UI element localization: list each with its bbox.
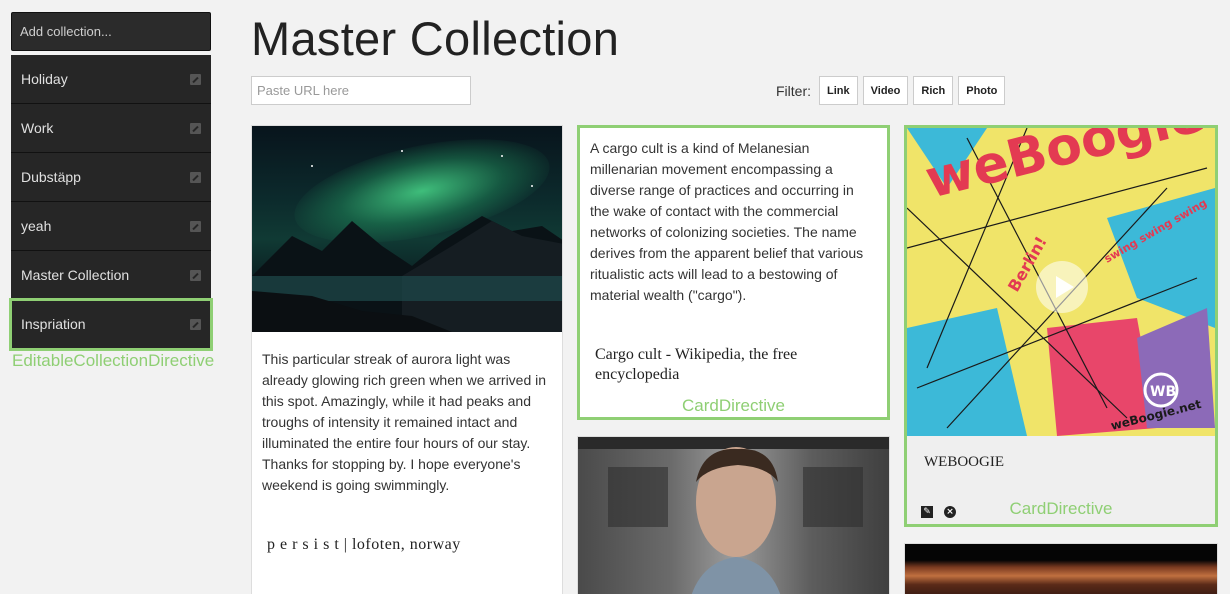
url-input[interactable] <box>251 76 471 105</box>
collections-sidebar: Add collection... Holiday Work Dubstäpp … <box>9 12 213 351</box>
edit-icon[interactable] <box>190 318 201 330</box>
filter-video-button[interactable]: Video <box>862 76 909 105</box>
card-source-title[interactable]: Cargo cult - Wikipedia, the free encyclo… <box>580 345 887 385</box>
card-source-title[interactable]: WEBOOGIE <box>909 454 1019 471</box>
page-title: Master Collection <box>251 12 620 65</box>
artwork-logo-text: WB <box>1150 384 1176 400</box>
aurora-photo <box>252 126 562 332</box>
directive-annotation: EditableCollectionDirective <box>12 351 215 370</box>
photo-card[interactable] <box>577 436 890 594</box>
filter-bar: Filter: Link Video Rich Photo <box>776 76 1006 105</box>
play-icon[interactable] <box>1036 261 1088 313</box>
collection-label: Master Collection <box>21 267 130 283</box>
collection-item-master[interactable]: Master Collection <box>11 251 211 300</box>
collection-list: Holiday Work Dubstäpp yeah Master Collec… <box>9 55 213 351</box>
filter-link-button[interactable]: Link <box>819 76 858 105</box>
video-card[interactable]: weBoogie Berlin! swing swing swing WB we… <box>904 125 1218 527</box>
collection-item-holiday[interactable]: Holiday <box>11 55 211 104</box>
filter-label: Filter: <box>776 82 811 99</box>
directive-annotation: CardDirective <box>682 396 785 415</box>
collection-label: yeah <box>21 218 52 234</box>
card-photo <box>905 544 1217 594</box>
portrait-photo <box>578 437 889 594</box>
add-collection-input[interactable]: Add collection... <box>11 12 211 51</box>
collection-label: Inspriation <box>21 316 86 332</box>
card-description: This particular streak of aurora light w… <box>262 351 547 493</box>
edit-icon[interactable] <box>190 220 201 232</box>
edit-icon[interactable] <box>190 122 201 134</box>
edit-icon[interactable] <box>190 73 201 85</box>
link-card[interactable]: A cargo cult is a kind of Melanesian mil… <box>577 125 890 420</box>
collection-label: Holiday <box>21 71 68 87</box>
photo-card[interactable]: This particular streak of aurora light w… <box>251 125 563 594</box>
weboogie-artwork: weBoogie Berlin! swing swing swing WB we… <box>907 128 1215 436</box>
collection-item-yeah[interactable]: yeah <box>11 202 211 251</box>
photo-card[interactable] <box>904 543 1218 594</box>
filter-photo-button[interactable]: Photo <box>958 76 1006 105</box>
card-description: A cargo cult is a kind of Melanesian mil… <box>590 140 864 303</box>
collection-item-inspriation[interactable]: Inspriation <box>9 298 213 351</box>
collection-label: Dubstäpp <box>21 169 81 185</box>
collection-label: Work <box>21 120 54 136</box>
directive-annotation: CardDirective <box>1009 499 1113 518</box>
edit-icon[interactable] <box>190 269 201 281</box>
filter-rich-button[interactable]: Rich <box>913 76 954 105</box>
card-source-title[interactable]: p e r s i s t | lofoten, norway <box>252 536 476 554</box>
collection-item-dubstapp[interactable]: Dubstäpp <box>11 153 211 202</box>
collection-item-work[interactable]: Work <box>11 104 211 153</box>
edit-icon[interactable] <box>190 171 201 183</box>
